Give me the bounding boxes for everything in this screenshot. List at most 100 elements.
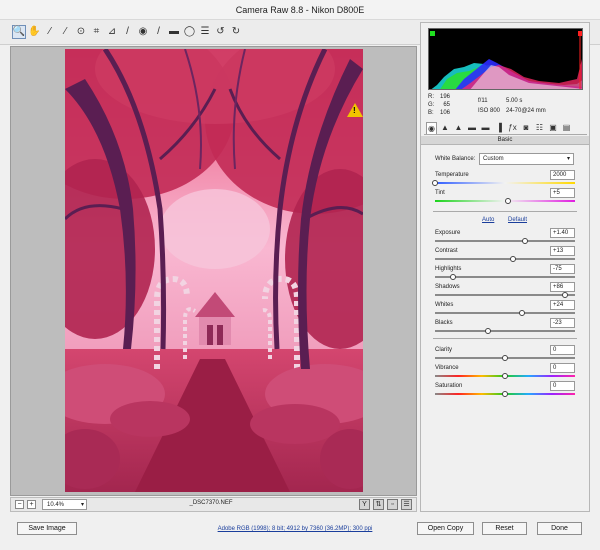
exposure-slider-track[interactable]: [435, 240, 575, 242]
zoom-in-button[interactable]: +: [27, 500, 36, 509]
white-balance-select[interactable]: Custom ▾: [479, 153, 574, 165]
vibrance-slider-thumb[interactable]: [502, 373, 508, 379]
panel-tab-icon[interactable]: ▣: [548, 122, 559, 134]
radial-filter-icon[interactable]: ◯: [183, 25, 197, 39]
photo-preview[interactable]: [65, 49, 363, 492]
filter-icon[interactable]: Y: [359, 499, 370, 510]
panel-tab-icon[interactable]: ƒx: [507, 122, 518, 134]
whites-slider-thumb[interactable]: [518, 310, 525, 316]
target-icon[interactable]: ⊙: [74, 25, 88, 39]
shadows-slider-thumb[interactable]: [562, 292, 569, 298]
whites-label: Whites: [435, 302, 454, 308]
graduated-filter-icon[interactable]: ▬: [167, 25, 181, 39]
exposure-value-field[interactable]: +1.40: [550, 228, 575, 238]
blacks-slider-row: Blacks -23: [421, 318, 589, 337]
saturation-slider-row: Saturation 0: [421, 381, 589, 400]
infrared-garden-photo: [65, 49, 363, 492]
contrast-slider-track[interactable]: [435, 258, 575, 260]
panel-tab-icon[interactable]: ▤: [561, 122, 572, 134]
tint-value-field[interactable]: +5: [550, 188, 575, 198]
chevron-down-icon: ▾: [566, 156, 570, 162]
shadows-slider-track[interactable]: [435, 294, 575, 296]
zoom-level-value: 10.4%: [47, 502, 65, 508]
blacks-slider-track[interactable]: [435, 330, 575, 332]
temperature-value-field[interactable]: 2000: [550, 170, 575, 180]
zoom-out-button[interactable]: −: [15, 500, 24, 509]
contrast-value-field[interactable]: +13: [550, 246, 575, 256]
warning-icon[interactable]: !: [347, 103, 363, 117]
panel-tab-icon[interactable]: ◙: [521, 122, 532, 134]
chevron-down-icon: ▾: [80, 502, 84, 508]
compare-icon[interactable]: ▫: [387, 499, 398, 510]
list-icon[interactable]: ☰: [198, 25, 212, 39]
adjustment-brush-icon[interactable]: /: [152, 25, 166, 39]
file-name: _DSC7370.NEF: [189, 500, 233, 506]
shadows-value-field[interactable]: +86: [550, 282, 575, 292]
contrast-slider-row: Contrast +13: [421, 246, 589, 265]
window-title: Camera Raw 8.8 - Nikon D800E: [0, 0, 600, 20]
color-sampler-icon[interactable]: ⁄: [59, 25, 73, 39]
panel-tab-icon[interactable]: ◉: [426, 122, 437, 134]
highlights-slider-row: Highlights -75: [421, 264, 589, 283]
magnifier-icon[interactable]: 🔍: [12, 25, 26, 39]
clarity-label: Clarity: [435, 347, 453, 353]
open-copy-button[interactable]: Open Copy: [417, 522, 474, 535]
blacks-slider-thumb[interactable]: [485, 328, 492, 334]
save-image-button[interactable]: Save Image: [17, 522, 77, 535]
divider: [433, 211, 577, 212]
panel-tab-icon[interactable]: ▬: [480, 122, 491, 134]
rotate-ccw-icon[interactable]: ↺: [214, 25, 228, 39]
saturation-value-field[interactable]: 0: [550, 381, 575, 391]
rotate-cw-icon[interactable]: ↻: [229, 25, 243, 39]
clarity-slider-thumb[interactable]: [502, 355, 508, 361]
workflow-options-link[interactable]: Adobe RGB (1998); 8 bit; 4912 by 7360 (3…: [195, 526, 395, 532]
histogram: [428, 28, 583, 90]
zoom-level-select[interactable]: 10.4% ▾: [42, 499, 87, 510]
adjustments-panel: R: 196 G: 65 B: 106 f/11 5.00 s ISO 800 24-70…: [420, 22, 590, 512]
highlights-slider-thumb[interactable]: [450, 274, 457, 280]
exposure-slider-thumb[interactable]: [521, 238, 528, 244]
panel-tabs: ◉ ▲ ▲ ▬ ▬ ▐ ƒx ◙ ☷ ▣ ▤: [424, 121, 587, 135]
highlights-label: Highlights: [435, 266, 462, 272]
tint-slider-row: Tint +5: [421, 188, 589, 207]
whites-value-field[interactable]: +24: [550, 300, 575, 310]
eyedropper-icon[interactable]: ⁄: [43, 25, 57, 39]
reset-button[interactable]: Reset: [482, 522, 527, 535]
panel-tab-icon[interactable]: ▬: [467, 122, 478, 134]
contrast-slider-thumb[interactable]: [510, 256, 517, 262]
level-icon[interactable]: ⊿: [105, 25, 119, 39]
eye-icon[interactable]: ◉: [136, 25, 150, 39]
temperature-slider-thumb[interactable]: [432, 180, 438, 186]
rgb-readout: R: 196 G: 65 B: 106 f/11 5.00 s ISO 800 24-70…: [428, 94, 546, 116]
whites-slider-track[interactable]: [435, 312, 575, 314]
auto-link[interactable]: Auto: [482, 217, 494, 223]
panel-tab-icon[interactable]: ▲: [453, 122, 464, 134]
highlights-value-field[interactable]: -75: [550, 264, 575, 274]
done-button[interactable]: Done: [537, 522, 582, 535]
whites-slider-row: Whites +24: [421, 300, 589, 319]
preview-settings-icon[interactable]: ☰: [401, 499, 412, 510]
clarity-value-field[interactable]: 0: [550, 345, 575, 355]
divider: [433, 338, 577, 339]
panel-tab-icon[interactable]: ▐: [494, 122, 505, 134]
image-preview[interactable]: !: [10, 46, 417, 496]
shadows-label: Shadows: [435, 284, 460, 290]
panel-tab-icon[interactable]: ☷: [534, 122, 545, 134]
status-bar: − + 10.4% ▾ _DSC7370.NEF Y ⇅ ▫ ☰: [10, 497, 417, 512]
swap-icon[interactable]: ⇅: [373, 499, 384, 510]
temperature-slider-row: Temperature 2000: [421, 170, 589, 189]
vibrance-value-field[interactable]: 0: [550, 363, 575, 373]
tint-slider-thumb[interactable]: [504, 198, 511, 204]
brush-icon[interactable]: /: [121, 25, 135, 39]
blacks-label: Blacks: [435, 320, 453, 326]
saturation-label: Saturation: [435, 383, 463, 389]
panel-tab-icon[interactable]: ▲: [440, 122, 451, 134]
blacks-value-field[interactable]: -23: [550, 318, 575, 328]
saturation-slider-thumb[interactable]: [502, 391, 508, 397]
temperature-slider-track[interactable]: [435, 182, 575, 184]
hand-icon[interactable]: ✋: [28, 25, 42, 39]
vibrance-slider-row: Vibrance 0: [421, 363, 589, 382]
default-link[interactable]: Default: [508, 217, 527, 223]
crop-icon[interactable]: ⌗: [90, 25, 104, 39]
clarity-slider-row: Clarity 0: [421, 345, 589, 364]
